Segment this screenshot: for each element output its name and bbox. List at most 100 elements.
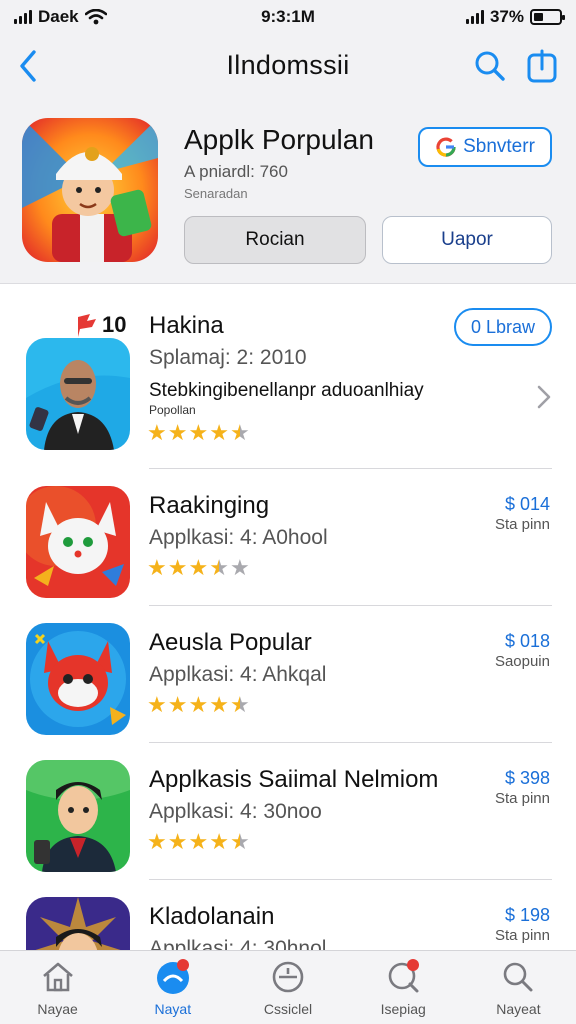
- app-icon[interactable]: [26, 760, 130, 872]
- app-description: Stebkingibenellanpr aduoanlhiay: [149, 380, 424, 401]
- star-rating: ★ ★ ★ ★ ★: [147, 422, 250, 444]
- tab-bar: Nayae Nayat Cssiclel Isepiag Nayeat: [0, 950, 576, 1024]
- star-icon: ★: [167, 829, 188, 854]
- star-icon: ★: [188, 692, 209, 717]
- tab-home[interactable]: Nayae: [0, 951, 115, 1024]
- cell-signal-icon: [465, 10, 484, 24]
- app-title: Applkasis Saiimal Nelmiom: [149, 766, 439, 793]
- app-price[interactable]: $ 018: [505, 631, 550, 652]
- featured-app-category: Senaradan: [184, 186, 248, 201]
- star-icon: ★: [147, 829, 167, 854]
- divider: [149, 879, 552, 880]
- subscribe-button[interactable]: Sbnvterr: [418, 127, 552, 167]
- divider: [149, 605, 552, 606]
- featured-app-icon[interactable]: [22, 118, 158, 262]
- app-subtitle: Applkasi: 4: Ahkqal: [149, 663, 327, 686]
- tab-label: Nayeat: [496, 1001, 541, 1017]
- carrier-label: Daek: [38, 7, 79, 26]
- app-subtitle: Applkasi: 4: 30noo: [149, 800, 322, 823]
- share-icon: [527, 49, 557, 83]
- navigation-bar: Ilndomssii: [0, 34, 576, 98]
- share-button[interactable]: [522, 46, 562, 86]
- tab-label: Isepiag: [380, 1001, 426, 1017]
- app-price-note: Saopuin: [494, 653, 550, 670]
- app-title: Hakina: [149, 312, 224, 339]
- star-icon: ★: [188, 420, 209, 445]
- app-title: Kladolanain: [149, 903, 275, 930]
- app-price-note: Sta pinn: [494, 790, 550, 807]
- star-icon: ★: [147, 555, 167, 580]
- chat-icon: [383, 959, 423, 995]
- star-icon: ★: [167, 555, 188, 580]
- app-list: 10 Hakina Splamaj: 2: 2010 Stebkingibene…: [0, 290, 576, 950]
- rank-badge: 10: [76, 312, 126, 338]
- wifi-icon: [84, 9, 107, 25]
- tab-apps[interactable]: Nayat: [115, 951, 230, 1024]
- star-icon: ★: [209, 420, 229, 445]
- signal-icon: [14, 10, 32, 24]
- app-icon[interactable]: [26, 623, 130, 735]
- star-icon: ★: [229, 555, 250, 580]
- app-icon[interactable]: [26, 486, 130, 598]
- app-subtitle: Splamaj: 2: 2010: [149, 346, 307, 369]
- battery-fill: [534, 13, 543, 21]
- apps-icon: [153, 959, 193, 995]
- app-icon[interactable]: [26, 897, 130, 950]
- list-item[interactable]: Applkasis Saiimal Nelmiom Applkasi: 4: 3…: [0, 744, 576, 881]
- flag-icon: [78, 314, 96, 337]
- app-price-note: Sta pinn: [494, 516, 550, 533]
- tab-games[interactable]: Cssiclel: [230, 951, 345, 1024]
- tab-label: Cssiclel: [263, 1001, 313, 1017]
- app-price[interactable]: $ 014: [505, 494, 550, 515]
- app-icon[interactable]: [26, 338, 130, 450]
- star-icon: ★: [147, 420, 167, 445]
- app-title: Aeusla Popular: [149, 629, 312, 656]
- star-icon: ★: [209, 555, 229, 580]
- games-icon: [268, 959, 308, 995]
- primary-action-button[interactable]: Rocian: [184, 216, 366, 264]
- app-category: Popollan: [149, 403, 196, 417]
- tab-label: Nayat: [154, 1001, 192, 1017]
- tab-search[interactable]: Nayeat: [461, 951, 576, 1024]
- chevron-right-icon[interactable]: [534, 382, 554, 412]
- list-item[interactable]: 10 Hakina Splamaj: 2: 2010 Stebkingibene…: [0, 290, 576, 470]
- subscribe-label: Sbnvterr: [463, 136, 535, 157]
- star-icon: ★: [229, 692, 250, 717]
- search-icon: [475, 51, 505, 81]
- google-icon: [436, 137, 456, 157]
- star-rating: ★ ★ ★ ★ ★: [147, 694, 250, 716]
- star-icon: ★: [167, 692, 188, 717]
- app-price[interactable]: $ 398: [505, 768, 550, 789]
- tab-chat[interactable]: Isepiag: [346, 951, 461, 1024]
- divider: [149, 468, 552, 469]
- star-icon: ★: [209, 829, 229, 854]
- home-icon: [38, 959, 78, 995]
- app-subtitle: Applkasi: 4: 30hnol: [149, 937, 327, 950]
- featured-app-name: Applk Porpulan: [184, 124, 374, 155]
- featured-app-subtitle: A pniardl: 760: [184, 162, 288, 181]
- star-icon: ★: [167, 420, 188, 445]
- app-title: Raakinging: [149, 492, 270, 519]
- search-icon: [498, 959, 538, 995]
- notification-badge: [176, 959, 189, 971]
- star-rating: ★ ★ ★ ★ ★: [147, 557, 250, 579]
- star-rating: ★ ★ ★ ★ ★: [147, 831, 250, 853]
- star-icon: ★: [188, 829, 209, 854]
- app-subtitle: Applkasi: 4: A0hool: [149, 526, 328, 549]
- star-icon: ★: [229, 829, 250, 854]
- tab-label: Nayae: [37, 1001, 78, 1017]
- star-icon: ★: [188, 555, 209, 580]
- featured-app-header: Applk Porpulan A pniardl: 760 Senaradan …: [0, 98, 576, 284]
- secondary-action-button[interactable]: Uapor: [382, 216, 552, 264]
- app-price[interactable]: $ 198: [505, 905, 550, 926]
- app-price-note: Sta pinn: [494, 927, 550, 944]
- battery-icon: [530, 9, 565, 25]
- status-bar: Daek 9:3:1M 37%: [0, 0, 576, 34]
- follow-button[interactable]: 0 Lbraw: [454, 308, 552, 346]
- divider: [149, 742, 552, 743]
- star-icon: ★: [209, 692, 229, 717]
- list-item[interactable]: Kladolanain Applkasi: 4: 30hnol ★★★★★ $ …: [0, 881, 576, 950]
- list-item[interactable]: Raakinging Applkasi: 4: A0hool ★ ★ ★ ★ ★ $ 0…: [0, 470, 576, 607]
- search-button[interactable]: [470, 46, 510, 86]
- list-item[interactable]: Aeusla Popular Applkasi: 4: Ahkqal ★ ★ ★ ★ ★…: [0, 607, 576, 744]
